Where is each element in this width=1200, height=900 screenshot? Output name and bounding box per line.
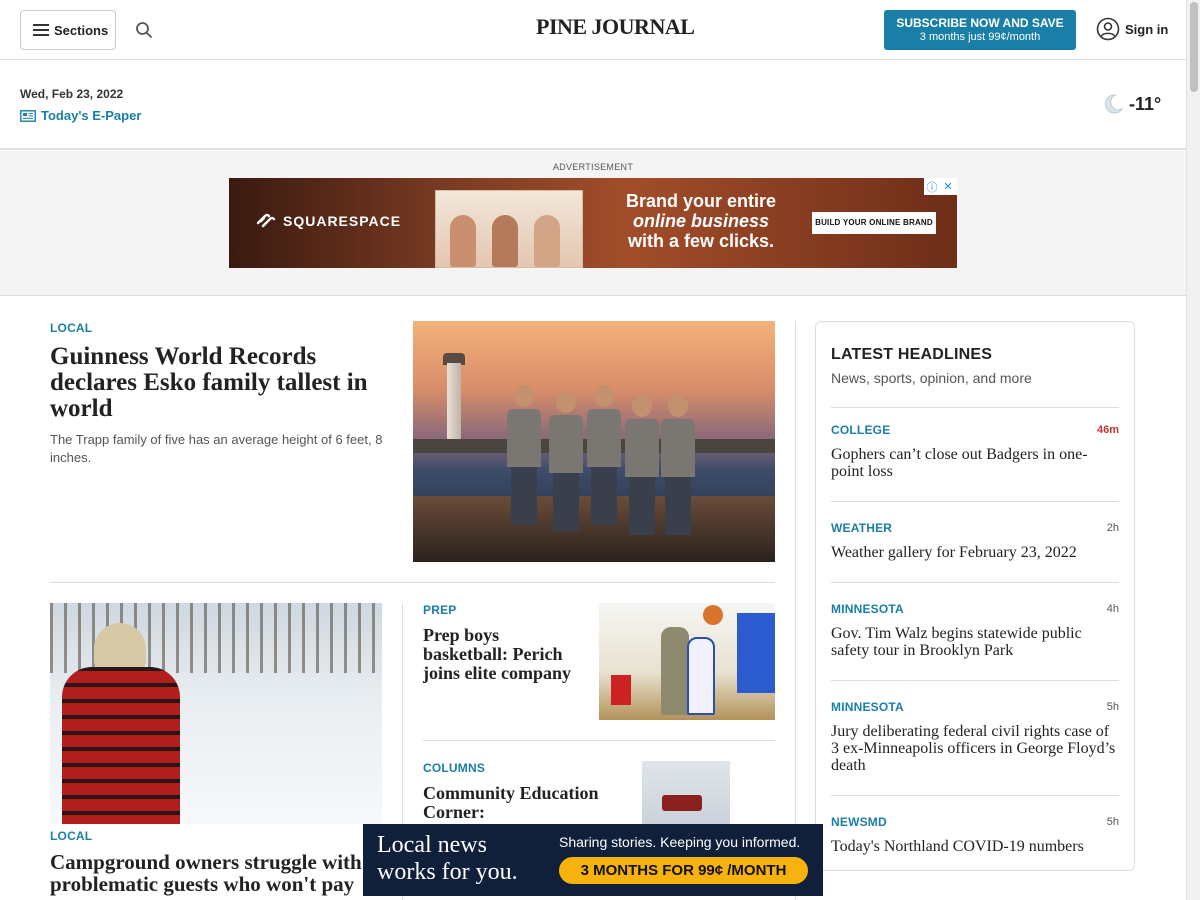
headline-divider (831, 501, 1119, 502)
headline-title[interactable]: Today's Northland COVID-19 numbers (831, 838, 1119, 855)
user-icon (1096, 17, 1120, 41)
headline-time: 5h (1106, 816, 1119, 828)
headline-category[interactable]: COLLEGE (831, 423, 890, 437)
sticky-ad-slogan: Local news works for you. (377, 832, 518, 886)
headline-category[interactable]: NEWSMD (831, 815, 887, 829)
headline-title[interactable]: Weather gallery for February 23, 2022 (831, 544, 1119, 561)
lead-story-photo[interactable] (413, 321, 775, 562)
story-divider (423, 740, 775, 741)
sections-menu-button[interactable]: Sections (20, 10, 116, 50)
story2-title[interactable]: Campground owners struggle with problema… (50, 851, 380, 895)
subscribe-line2: 3 months just 99¢/month (919, 31, 1041, 43)
latest-headlines-panel: LATEST HEADLINES News, sports, opinion, … (815, 321, 1135, 871)
headline-category[interactable]: MINNESOTA (831, 700, 904, 714)
ad-info-icon[interactable]: ⓘ (924, 178, 940, 195)
page-scrollbar[interactable] (1186, 0, 1200, 900)
headline-category[interactable]: WEATHER (831, 521, 892, 535)
ad-headline-line2: online business (632, 211, 770, 231)
headline-time: 5h (1106, 701, 1119, 713)
scrollbar-thumb[interactable] (1190, 2, 1198, 92)
headline-title[interactable]: Gov. Tim Walz begins statewide public sa… (831, 625, 1119, 659)
subscription-ad[interactable]: Local news works for you. Sharing storie… (363, 824, 823, 896)
newspaper-icon (20, 109, 36, 122)
search-icon[interactable] (135, 21, 153, 39)
headline-title[interactable]: Gophers can’t close out Badgers in one-p… (831, 446, 1119, 480)
current-date: Wed, Feb 23, 2022 (20, 87, 124, 101)
headline-time: 2h (1106, 522, 1119, 534)
ad-headline-line1: Brand your entire (625, 191, 777, 211)
headline-divider (831, 582, 1119, 583)
story3-kicker[interactable]: PREP (423, 603, 456, 617)
ad-label: ADVERTISEMENT (552, 162, 634, 172)
sticky-ad-tagline: Sharing stories. Keeping you informed. (559, 834, 801, 850)
ad-headline: Brand your entire online business with a… (601, 191, 801, 251)
headline-time: 4h (1106, 603, 1119, 615)
lead-story-summary: The Trapp family of five has an average … (50, 432, 383, 465)
lead-story-title[interactable]: Guinness World Records declares Esko fam… (50, 344, 395, 422)
squarespace-ad[interactable]: SQUARESPACE Brand your entire online bus… (229, 178, 957, 268)
story3-title[interactable]: Prep boys basketball: Perich joins elite… (423, 626, 583, 683)
weather-widget[interactable]: -11° (1102, 93, 1161, 115)
ad-choices[interactable]: ⓘ ✕ (924, 178, 957, 195)
sign-in-link[interactable]: Sign in (1096, 17, 1168, 41)
ad-photo (435, 190, 583, 268)
headline-divider (831, 795, 1119, 796)
headline-title[interactable]: Jury deliberating federal civil rights c… (831, 723, 1119, 774)
headline-item[interactable]: WEATHER 2h Weather gallery for February … (831, 521, 1119, 561)
site-header: Sections PINE JOURNAL SUBSCRIBE NOW AND … (0, 0, 1186, 60)
story4-title[interactable]: Community Education Corner: (423, 784, 603, 822)
story4-photo[interactable] (642, 761, 730, 831)
story3-photo[interactable] (599, 603, 775, 720)
squarespace-logo: SQUARESPACE (255, 212, 401, 230)
sticky-ad-offer-button[interactable]: 3 MONTHS FOR 99¢ /MONTH (559, 857, 808, 884)
subscribe-button[interactable]: SUBSCRIBE NOW AND SAVE 3 months just 99¢… (884, 10, 1076, 50)
ad-band: ADVERTISEMENT SQUARESPACE Brand your ent… (0, 151, 1186, 296)
squarespace-brand: SQUARESPACE (283, 213, 402, 229)
headline-item[interactable]: MINNESOTA 4h Gov. Tim Walz begins statew… (831, 602, 1119, 659)
headline-divider (831, 680, 1119, 681)
subscribe-line1: SUBSCRIBE NOW AND SAVE (896, 16, 1064, 30)
epaper-link[interactable]: Today's E-Paper (20, 108, 141, 123)
squarespace-icon (256, 213, 276, 228)
temperature: -11° (1129, 93, 1162, 114)
headline-category[interactable]: MINNESOTA (831, 602, 904, 616)
site-logo[interactable]: PINE JOURNAL (536, 14, 695, 40)
headline-item[interactable]: COLLEGE 46m Gophers can’t close out Badg… (831, 423, 1119, 480)
sections-label: Sections (54, 22, 109, 38)
latest-subheading: News, sports, opinion, and more (831, 370, 1032, 386)
ad-headline-line3: with a few clicks. (627, 231, 775, 251)
column-divider (795, 321, 796, 900)
headline-item[interactable]: NEWSMD 5h Today's Northland COVID-19 num… (831, 815, 1119, 855)
story4-kicker[interactable]: COLUMNS (423, 761, 485, 775)
latest-heading: LATEST HEADLINES (831, 346, 993, 363)
logo-text: PINE JOURNAL (536, 14, 695, 39)
lead-story-kicker[interactable]: LOCAL (50, 321, 92, 335)
headline-item[interactable]: MINNESOTA 5h Jury deliberating federal c… (831, 700, 1119, 774)
sticky-ad-line1: Local news (377, 832, 487, 858)
headline-divider (831, 407, 1119, 408)
headline-time: 46m (1096, 424, 1119, 436)
ad-close-icon[interactable]: ✕ (940, 178, 956, 195)
epaper-label: Today's E-Paper (41, 108, 142, 123)
sign-in-label: Sign in (1125, 21, 1169, 37)
section-divider (50, 582, 775, 583)
date-bar: Wed, Feb 23, 2022 Today's E-Paper -11° (0, 60, 1186, 150)
story2-photo[interactable] (50, 603, 382, 824)
story2-kicker[interactable]: LOCAL (50, 829, 92, 843)
moon-cloud-icon (1105, 94, 1124, 114)
sticky-ad-line2: works for you. (377, 859, 518, 885)
hamburger-icon (33, 24, 49, 36)
ad-cta-button[interactable]: BUILD YOUR ONLINE BRAND (812, 212, 936, 234)
